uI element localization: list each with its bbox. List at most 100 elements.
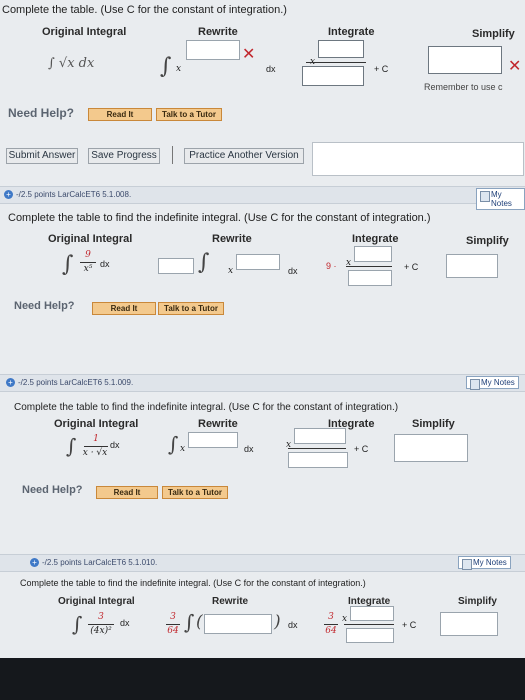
integrate-exponent-input[interactable] xyxy=(354,246,392,262)
wrong-icon: ✕ xyxy=(242,44,256,63)
integrate-denominator-input[interactable] xyxy=(302,66,364,86)
coefficient-label: 9 · xyxy=(326,261,337,271)
plus-c: + C xyxy=(402,620,417,630)
points-label: + -/2.5 points LarCalcET6 5.1.009. xyxy=(6,378,133,388)
fraction-numerator: 3 xyxy=(98,612,104,622)
header-original: Original Integral xyxy=(42,26,127,38)
plus-c: + C xyxy=(354,444,369,454)
remember-note: Remember to use c xyxy=(424,82,503,92)
coefficient-numerator: 3 xyxy=(328,612,334,622)
bottom-dark-band xyxy=(0,658,525,700)
fraction-line xyxy=(306,62,366,63)
integrate-denominator-input[interactable] xyxy=(348,270,392,286)
header-rewrite: Rewrite xyxy=(198,418,238,430)
practice-another-version-button[interactable]: Practice Another Version xyxy=(184,148,304,164)
header-original: Original Integral xyxy=(48,233,133,245)
expand-icon[interactable]: + xyxy=(30,558,39,568)
integrate-exponent-input[interactable] xyxy=(350,606,394,621)
integral-sign: ∫ xyxy=(198,250,210,275)
submit-answer-button[interactable]: Submit Answer xyxy=(6,148,78,164)
dx-label: dx xyxy=(288,620,298,630)
answer-area xyxy=(312,142,524,176)
var-x: x xyxy=(176,64,182,74)
talk-to-tutor-button[interactable]: Talk to a Tutor xyxy=(158,302,224,315)
instruction-text: Complete the table to find the indefinit… xyxy=(8,212,431,224)
fraction-line xyxy=(84,446,108,447)
plus-c: + C xyxy=(404,262,419,272)
points-label: + -/2.5 points LarCalcET6 5.1.008. xyxy=(4,190,131,200)
integral-sign: ∫ xyxy=(184,610,195,634)
paren-close: ) xyxy=(274,612,281,632)
dx-label: dx xyxy=(266,64,276,74)
fraction-denominator: x⁵ xyxy=(83,264,93,274)
simplify-input[interactable] xyxy=(446,254,498,278)
talk-to-tutor-button[interactable]: Talk to a Tutor xyxy=(156,108,222,121)
rewrite-input[interactable] xyxy=(204,614,272,634)
fraction-line xyxy=(324,624,338,625)
coefficient-denominator: 64 xyxy=(167,626,179,636)
coefficient-denominator: 64 xyxy=(325,626,337,636)
need-help-label: Need Help? xyxy=(8,106,75,120)
rewrite-input[interactable] xyxy=(186,40,240,60)
integrate-denominator-input[interactable] xyxy=(346,628,394,643)
instruction-text: Complete the table to find the indefinit… xyxy=(20,578,366,588)
wrong-icon: ✕ xyxy=(508,56,522,75)
header-rewrite: Rewrite xyxy=(212,233,252,245)
header-integrate: Integrate xyxy=(328,26,375,38)
header-simplify: Simplify xyxy=(466,235,509,247)
fraction-line xyxy=(346,266,392,267)
integrate-denominator-input[interactable] xyxy=(288,452,348,468)
dx-label: dx xyxy=(120,618,130,628)
simplify-input[interactable] xyxy=(440,612,498,636)
fraction-line xyxy=(288,448,346,449)
dx-label: dx xyxy=(244,444,254,454)
original-integral: ∫ √x dx xyxy=(48,56,95,71)
paren-open: ( xyxy=(196,612,203,632)
integral-sign: ∫ xyxy=(72,612,83,636)
header-rewrite: Rewrite xyxy=(212,596,249,607)
integral-sign: ∫ xyxy=(160,54,172,79)
rewrite-exponent-input[interactable] xyxy=(236,254,280,270)
expand-icon[interactable]: + xyxy=(4,190,13,200)
var-x: x xyxy=(342,614,348,624)
my-notes-button[interactable]: My Notes xyxy=(476,188,525,210)
question-header-bar: + -/2.5 points LarCalcET6 5.1.010. xyxy=(0,554,525,572)
expand-icon[interactable]: + xyxy=(6,378,15,388)
question-header-bar: + -/2.5 points LarCalcET6 5.1.008. xyxy=(0,186,525,204)
simplify-input[interactable] xyxy=(394,434,468,462)
talk-to-tutor-button[interactable]: Talk to a Tutor xyxy=(162,486,228,499)
fraction-denominator: (4x)² xyxy=(90,626,112,636)
header-simplify: Simplify xyxy=(412,418,455,430)
fraction-line xyxy=(166,624,180,625)
divider xyxy=(172,146,173,164)
my-notes-button[interactable]: My Notes xyxy=(458,556,511,570)
var-x: x xyxy=(180,444,186,454)
instruction-text: Complete the table. (Use C for the const… xyxy=(2,4,287,16)
fraction-numerator: 9 xyxy=(85,250,91,260)
header-rewrite: Rewrite xyxy=(198,26,238,38)
plus-c: + C xyxy=(374,64,389,74)
read-it-button[interactable]: Read It xyxy=(88,108,152,121)
integrate-exponent-input[interactable] xyxy=(294,428,346,444)
header-original: Original Integral xyxy=(58,596,135,607)
integrate-exponent-input[interactable] xyxy=(318,40,364,58)
fraction-denominator: x · √x xyxy=(82,448,108,458)
my-notes-button[interactable]: My Notes xyxy=(466,376,519,390)
read-it-button[interactable]: Read It xyxy=(96,486,158,499)
header-original: Original Integral xyxy=(54,418,139,430)
fraction-line xyxy=(80,262,96,263)
instruction-text: Complete the table to find the indefinit… xyxy=(14,402,399,413)
integral-sign: ∫ xyxy=(66,434,77,458)
dx-label: dx xyxy=(110,440,120,450)
read-it-button[interactable]: Read It xyxy=(92,302,156,315)
simplify-input[interactable] xyxy=(428,46,502,74)
rewrite-coefficient-input[interactable] xyxy=(158,258,194,274)
points-label: + -/2.5 points LarCalcET6 5.1.010. xyxy=(30,558,157,568)
save-progress-button[interactable]: Save Progress xyxy=(88,148,160,164)
fraction-numerator: 1 xyxy=(93,434,99,444)
integral-sign: ∫ xyxy=(62,252,74,277)
need-help-label: Need Help? xyxy=(14,300,75,312)
header-simplify: Simplify xyxy=(458,596,497,607)
rewrite-exponent-input[interactable] xyxy=(188,432,238,448)
fraction-line xyxy=(88,624,114,625)
